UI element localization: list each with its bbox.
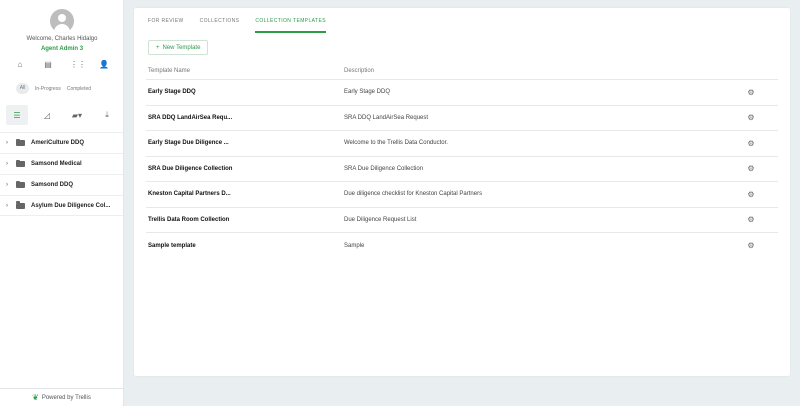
chevron-right-icon[interactable]: › [6,140,16,146]
download-icon[interactable]: ⤓ [96,105,118,125]
document-icon[interactable]: ▤ [42,60,54,69]
chevron-right-icon[interactable]: › [6,182,16,188]
filter-in-progress[interactable]: In-Progress [35,86,61,92]
gear-icon[interactable]: ⚙ [724,139,778,148]
user-role: Agent Admin 3 [40,46,84,52]
sidebar: Welcome, Charles Hidalgo Agent Admin 3 ⌂… [0,0,124,406]
trellis-logo-icon: ❦ [32,393,39,402]
sidebar-nav: ⌂ ▤ ⋮⋮ 👤 [10,60,114,69]
gear-icon[interactable]: ⚙ [724,88,778,97]
list-icon[interactable]: ☰ [6,105,28,125]
folder-name: Samsond Medical [31,161,82,167]
folder-item[interactable]: › Asylum Due Diligence Col... [0,195,123,216]
tab-for-review[interactable]: FOR REVIEW [148,15,184,33]
folder-list: › AmeriCulture DDQ › Samsond Medical › S… [0,132,123,216]
table-row[interactable]: Early Stage Due Diligence ... Welcome to… [146,131,778,157]
templates-table: Template Name Description Early Stage DD… [146,62,778,259]
chevron-right-icon[interactable]: › [6,161,16,167]
folder-item[interactable]: › AmeriCulture DDQ [0,132,123,153]
folder-name: Samsond DDQ [31,182,74,188]
folder-name: AmeriCulture DDQ [31,140,85,146]
folder-name: Asylum Due Diligence Col... [31,202,111,209]
folder-icon [16,201,25,209]
tab-bar: FOR REVIEW COLLECTIONS COLLECTION TEMPLA… [148,15,342,33]
template-description: Welcome to the Trellis Data Conductor. [344,140,448,147]
folder-add-icon[interactable]: ▰▾ [66,105,88,125]
template-name: Early Stage Due Diligence ... [148,140,229,147]
apps-icon[interactable]: ⋮⋮ [70,60,86,69]
template-description: SRA DDQ LandAirSea Request [344,114,429,121]
sidebar-toolbar: ☰ ◿ ▰▾ ⤓ [6,105,118,125]
template-description: Early Stage DDQ [344,89,391,96]
home-icon[interactable]: ⌂ [14,60,26,69]
gear-icon[interactable]: ⚙ [724,215,778,224]
tab-collections[interactable]: COLLECTIONS [200,15,240,33]
avatar[interactable] [50,9,74,33]
table-row[interactable]: SRA DDQ LandAirSea Requ... SRA DDQ LandA… [146,106,778,131]
header-description[interactable]: Description [344,68,724,74]
gear-icon[interactable]: ⚙ [724,190,778,199]
folder-icon [16,159,25,167]
filter-all[interactable]: All [16,83,29,94]
plus-icon: + [156,44,160,51]
template-name: Trellis Data Room Collection [148,216,230,223]
table-row[interactable]: Kneston Capital Partners D... Due dilige… [146,182,778,208]
chevron-right-icon[interactable]: › [6,203,16,209]
powered-by: ❦ Powered by Trellis [0,388,123,406]
filter-completed[interactable]: Completed [67,86,91,92]
main-card: FOR REVIEW COLLECTIONS COLLECTION TEMPLA… [134,8,790,376]
table-row[interactable]: SRA Due Diligence Collection SRA Due Dil… [146,157,778,182]
tab-collection-templates[interactable]: COLLECTION TEMPLATES [255,15,326,33]
template-name: Early Stage DDQ [148,89,196,96]
chart-icon[interactable]: ◿ [36,105,58,125]
template-name: Kneston Capital Partners D... [148,191,231,198]
folder-icon [16,138,25,146]
new-template-label: New Template [162,44,201,51]
folder-icon [16,180,25,188]
powered-by-text: Powered by Trellis [41,394,91,401]
folder-item[interactable]: › Samsond DDQ [0,174,123,195]
table-row[interactable]: Early Stage DDQ Early Stage DDQ ⚙ [146,80,778,106]
gear-icon[interactable]: ⚙ [724,241,778,250]
gear-icon[interactable]: ⚙ [724,164,778,173]
table-row[interactable]: Trellis Data Room Collection Due Diligen… [146,208,778,233]
new-template-button[interactable]: + New Template [148,40,209,55]
template-description: Due diligence checklist for Kneston Capi… [344,191,483,198]
status-filters: All In-Progress Completed [16,83,91,94]
welcome-text: Welcome, Charles Hidalgo [26,36,98,42]
table-row[interactable]: Sample template Sample ⚙ [146,233,778,259]
template-description: Sample [344,242,365,249]
template-name: SRA Due Diligence Collection [148,165,233,172]
template-description: SRA Due Diligence Collection [344,165,424,172]
person-add-icon[interactable]: 👤 [98,60,110,69]
template-name: Sample template [148,242,196,249]
template-description: Due Diligence Request List [344,216,417,223]
header-template-name[interactable]: Template Name [146,68,344,74]
gear-icon[interactable]: ⚙ [724,113,778,122]
template-name: SRA DDQ LandAirSea Requ... [148,114,233,121]
folder-item[interactable]: › Samsond Medical [0,153,123,174]
table-header: Template Name Description [146,62,778,80]
